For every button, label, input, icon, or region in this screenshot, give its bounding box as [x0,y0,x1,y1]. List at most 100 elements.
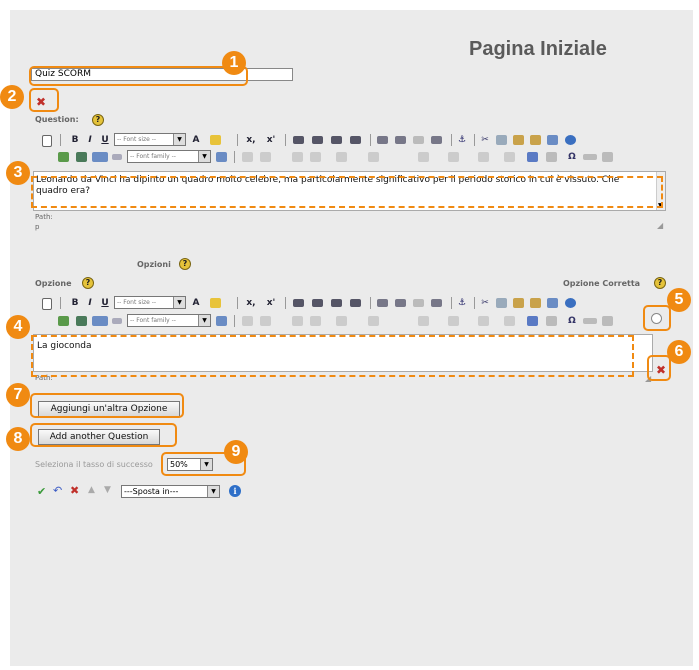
edit-icon[interactable] [216,152,227,162]
align-center-icon[interactable] [312,136,323,144]
resize-handle-icon[interactable]: ◢ [657,221,663,230]
formula-icon[interactable] [92,316,108,326]
italic-button[interactable]: I [84,133,96,147]
font-family-select[interactable]: -- Font family -- ▼ [127,150,211,163]
table-more-icon[interactable] [504,316,515,326]
align-right-icon[interactable] [331,299,342,307]
cleanup-icon[interactable] [602,316,613,326]
paste-word-icon[interactable] [547,298,558,308]
redo-editor-icon[interactable] [546,152,557,162]
align-justify-icon[interactable] [350,136,361,144]
align-center-icon[interactable] [312,299,323,307]
table-icon[interactable] [242,152,253,162]
hr-icon[interactable] [112,154,122,160]
options-help-icon[interactable]: ? [179,258,191,270]
new-document-icon[interactable] [42,298,52,310]
question-help-icon[interactable]: ? [92,114,104,126]
numbered-list-icon[interactable] [395,136,406,144]
special-char-button[interactable]: Ω [565,314,579,328]
cut-button[interactable]: ✂ [478,296,492,310]
table-props-icon[interactable] [448,316,459,326]
align-justify-icon[interactable] [350,299,361,307]
align-left-icon[interactable] [293,136,304,144]
bold-button[interactable]: B [69,133,81,147]
table-row-icon[interactable] [260,316,271,326]
table-extra-icon[interactable] [478,316,489,326]
table-merge-icon[interactable] [336,152,347,162]
image-icon[interactable] [58,316,69,326]
indent-icon[interactable] [431,136,442,144]
table-icon[interactable] [242,316,253,326]
arrow-down-icon[interactable]: ▼ [104,485,111,495]
outdent-icon[interactable] [413,136,424,144]
cleanup-icon[interactable] [602,152,613,162]
html-icon[interactable] [583,154,597,160]
table-more-icon[interactable] [504,152,515,162]
table-extra-icon[interactable] [478,152,489,162]
image-icon[interactable] [58,152,69,162]
cut-button[interactable]: ✂ [478,133,492,147]
table-delete-icon[interactable] [418,316,429,326]
redo-editor-icon[interactable] [546,316,557,326]
underline-button[interactable]: U [99,133,111,147]
paste-text-icon[interactable] [530,298,541,308]
table-props-icon[interactable] [448,152,459,162]
delete-icon[interactable]: ✖ [70,484,79,497]
superscript-button[interactable]: x' [264,133,278,147]
new-document-icon[interactable] [42,135,52,147]
subscript-button[interactable]: x, [244,296,258,310]
font-size-select[interactable]: -- Font size -- ▼ [114,133,186,146]
bullet-list-icon[interactable] [377,136,388,144]
table-merge-icon[interactable] [336,316,347,326]
table-row-icon[interactable] [260,152,271,162]
numbered-list-icon[interactable] [395,299,406,307]
hr-icon[interactable] [112,318,122,324]
move-to-select[interactable]: ---Sposta in--- ▼ [121,485,220,498]
text-color-button[interactable]: A [190,133,202,147]
table-col-icon[interactable] [292,316,303,326]
option-help-icon[interactable]: ? [82,277,94,289]
align-left-icon[interactable] [293,299,304,307]
font-size-select[interactable]: -- Font size -- ▼ [114,296,186,309]
bold-button[interactable]: B [69,296,81,310]
media-icon[interactable] [76,316,87,326]
undo-editor-icon[interactable] [527,316,538,326]
special-char-button[interactable]: Ω [565,150,579,164]
anchor-button[interactable]: ⚓ [455,296,469,310]
table-col-icon[interactable] [292,152,303,162]
arrow-up-icon[interactable]: ▲ [88,485,95,495]
font-family-select[interactable]: -- Font family -- ▼ [127,314,211,327]
confirm-icon[interactable]: ✔ [37,485,46,498]
paste-icon[interactable] [513,135,524,145]
correct-option-help-icon[interactable]: ? [654,277,666,289]
table-split-icon[interactable] [368,316,379,326]
highlight-color-icon[interactable] [210,135,221,145]
formula-icon[interactable] [92,152,108,162]
table-cell-icon[interactable] [310,316,321,326]
info-icon[interactable]: i [229,485,241,497]
media-icon[interactable] [76,152,87,162]
italic-button[interactable]: I [84,296,96,310]
table-cell-icon[interactable] [310,152,321,162]
outdent-icon[interactable] [413,299,424,307]
anchor-button[interactable]: ⚓ [455,133,469,147]
highlight-color-icon[interactable] [210,298,221,308]
paste-text-icon[interactable] [530,135,541,145]
table-delete-icon[interactable] [418,152,429,162]
edit-icon[interactable] [216,316,227,326]
undo-editor-icon[interactable] [527,152,538,162]
table-split-icon[interactable] [368,152,379,162]
text-color-button[interactable]: A [190,296,202,310]
subscript-button[interactable]: x, [244,133,258,147]
paste-word-icon[interactable] [547,135,558,145]
superscript-button[interactable]: x' [264,296,278,310]
indent-icon[interactable] [431,299,442,307]
paste-icon[interactable] [513,298,524,308]
help-editor-icon[interactable] [565,298,576,308]
underline-button[interactable]: U [99,296,111,310]
copy-icon[interactable] [496,135,507,145]
undo-icon[interactable]: ↶ [53,484,62,497]
help-editor-icon[interactable] [565,135,576,145]
copy-icon[interactable] [496,298,507,308]
html-icon[interactable] [583,318,597,324]
